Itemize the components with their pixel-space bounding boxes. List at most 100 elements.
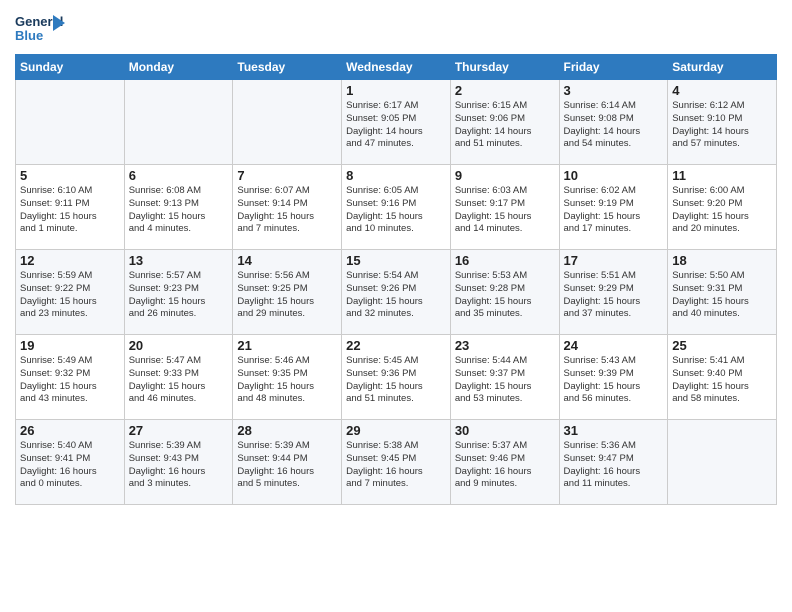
day-info: Sunrise: 6:07 AMSunset: 9:14 PMDaylight:… (237, 185, 337, 236)
day-info: Sunrise: 5:39 AMSunset: 9:43 PMDaylight:… (129, 440, 229, 491)
day-info: Sunrise: 5:56 AMSunset: 9:25 PMDaylight:… (237, 270, 337, 321)
calendar-cell: 13 Sunrise: 5:57 AMSunset: 9:23 PMDayligh… (124, 250, 233, 335)
day-number: 28 (237, 423, 337, 438)
week-row-3: 12 Sunrise: 5:59 AMSunset: 9:22 PMDayligh… (16, 250, 777, 335)
calendar-cell: 31Sunrise: 5:36 AMSunset: 9:47 PMDayligh… (559, 420, 668, 505)
day-number: 5 (20, 168, 120, 183)
day-number: 9 (455, 168, 555, 183)
calendar-cell: 22 Sunrise: 5:45 AMSunset: 9:36 PMDayligh… (342, 335, 451, 420)
svg-text:Blue: Blue (15, 28, 43, 43)
day-info: Sunrise: 5:53 AMSunset: 9:28 PMDaylight:… (455, 270, 555, 321)
day-number: 17 (564, 253, 664, 268)
calendar-cell: 7 Sunrise: 6:07 AMSunset: 9:14 PMDaylight… (233, 165, 342, 250)
day-number: 4 (672, 83, 772, 98)
day-number: 23 (455, 338, 555, 353)
day-number: 16 (455, 253, 555, 268)
weekday-header-friday: Friday (559, 55, 668, 80)
calendar-cell: 25Sunrise: 5:41 AMSunset: 9:40 PMDayligh… (668, 335, 777, 420)
day-info: Sunrise: 5:40 AMSunset: 9:41 PMDaylight:… (20, 440, 120, 491)
day-info: Sunrise: 5:45 AMSunset: 9:36 PMDaylight:… (346, 355, 446, 406)
day-number: 13 (129, 253, 229, 268)
day-info: Sunrise: 5:59 AMSunset: 9:22 PMDaylight:… (20, 270, 120, 321)
day-info: Sunrise: 5:50 AMSunset: 9:31 PMDaylight:… (672, 270, 772, 321)
day-number: 26 (20, 423, 120, 438)
day-info: Sunrise: 6:17 AMSunset: 9:05 PMDaylight:… (346, 100, 446, 151)
calendar-cell (668, 420, 777, 505)
day-number: 21 (237, 338, 337, 353)
general-blue-logo: GeneralBlue (15, 10, 67, 46)
calendar-cell: 23 Sunrise: 5:44 AMSunset: 9:37 PMDayligh… (450, 335, 559, 420)
day-info: Sunrise: 6:00 AMSunset: 9:20 PMDaylight:… (672, 185, 772, 236)
day-info: Sunrise: 5:37 AMSunset: 9:46 PMDaylight:… (455, 440, 555, 491)
day-number: 20 (129, 338, 229, 353)
day-info: Sunrise: 5:41 AMSunset: 9:40 PMDaylight:… (672, 355, 772, 406)
calendar-cell: 20Sunrise: 5:47 AMSunset: 9:33 PMDayligh… (124, 335, 233, 420)
calendar-cell: 18 Sunrise: 5:50 AMSunset: 9:31 PMDayligh… (668, 250, 777, 335)
day-number: 12 (20, 253, 120, 268)
day-number: 1 (346, 83, 446, 98)
calendar-cell: 30 Sunrise: 5:37 AMSunset: 9:46 PMDayligh… (450, 420, 559, 505)
week-row-1: 1 Sunrise: 6:17 AMSunset: 9:05 PMDaylight… (16, 80, 777, 165)
day-info: Sunrise: 5:38 AMSunset: 9:45 PMDaylight:… (346, 440, 446, 491)
calendar-cell: 14 Sunrise: 5:56 AMSunset: 9:25 PMDayligh… (233, 250, 342, 335)
weekday-header-row: SundayMondayTuesdayWednesdayThursdayFrid… (16, 55, 777, 80)
day-info: Sunrise: 6:14 AMSunset: 9:08 PMDaylight:… (564, 100, 664, 151)
day-info: Sunrise: 6:15 AMSunset: 9:06 PMDaylight:… (455, 100, 555, 151)
day-info: Sunrise: 5:39 AMSunset: 9:44 PMDaylight:… (237, 440, 337, 491)
calendar-cell: 27 Sunrise: 5:39 AMSunset: 9:43 PMDayligh… (124, 420, 233, 505)
day-info: Sunrise: 5:46 AMSunset: 9:35 PMDaylight:… (237, 355, 337, 406)
day-number: 7 (237, 168, 337, 183)
day-number: 11 (672, 168, 772, 183)
calendar-cell: 9 Sunrise: 6:03 AMSunset: 9:17 PMDaylight… (450, 165, 559, 250)
calendar-cell: 6Sunrise: 6:08 AMSunset: 9:13 PMDaylight… (124, 165, 233, 250)
calendar-cell: 4 Sunrise: 6:12 AMSunset: 9:10 PMDaylight… (668, 80, 777, 165)
day-info: Sunrise: 6:05 AMSunset: 9:16 PMDaylight:… (346, 185, 446, 236)
day-number: 18 (672, 253, 772, 268)
day-info: Sunrise: 5:51 AMSunset: 9:29 PMDaylight:… (564, 270, 664, 321)
weekday-header-wednesday: Wednesday (342, 55, 451, 80)
day-number: 29 (346, 423, 446, 438)
calendar-page: GeneralBlue SundayMondayTuesdayWednesday… (0, 0, 792, 612)
calendar-cell (124, 80, 233, 165)
calendar-cell: 12 Sunrise: 5:59 AMSunset: 9:22 PMDayligh… (16, 250, 125, 335)
day-number: 27 (129, 423, 229, 438)
weekday-header-monday: Monday (124, 55, 233, 80)
day-number: 3 (564, 83, 664, 98)
calendar-cell: 21 Sunrise: 5:46 AMSunset: 9:35 PMDayligh… (233, 335, 342, 420)
day-info: Sunrise: 5:36 AMSunset: 9:47 PMDaylight:… (564, 440, 664, 491)
calendar-cell: 24Sunrise: 5:43 AMSunset: 9:39 PMDayligh… (559, 335, 668, 420)
day-number: 2 (455, 83, 555, 98)
calendar-cell: 11 Sunrise: 6:00 AMSunset: 9:20 PMDayligh… (668, 165, 777, 250)
logo-area: GeneralBlue (15, 10, 67, 46)
day-number: 8 (346, 168, 446, 183)
day-number: 14 (237, 253, 337, 268)
day-info: Sunrise: 6:03 AMSunset: 9:17 PMDaylight:… (455, 185, 555, 236)
day-number: 15 (346, 253, 446, 268)
day-number: 30 (455, 423, 555, 438)
day-info: Sunrise: 5:44 AMSunset: 9:37 PMDaylight:… (455, 355, 555, 406)
calendar-cell: 8 Sunrise: 6:05 AMSunset: 9:16 PMDaylight… (342, 165, 451, 250)
day-info: Sunrise: 6:12 AMSunset: 9:10 PMDaylight:… (672, 100, 772, 151)
day-info: Sunrise: 6:08 AMSunset: 9:13 PMDaylight:… (129, 185, 229, 236)
day-number: 22 (346, 338, 446, 353)
calendar-cell: 15 Sunrise: 5:54 AMSunset: 9:26 PMDayligh… (342, 250, 451, 335)
header: GeneralBlue (15, 10, 777, 46)
calendar-table: SundayMondayTuesdayWednesdayThursdayFrid… (15, 54, 777, 505)
calendar-cell: 10Sunrise: 6:02 AMSunset: 9:19 PMDayligh… (559, 165, 668, 250)
weekday-header-sunday: Sunday (16, 55, 125, 80)
week-row-4: 19 Sunrise: 5:49 AMSunset: 9:32 PMDayligh… (16, 335, 777, 420)
day-info: Sunrise: 5:49 AMSunset: 9:32 PMDaylight:… (20, 355, 120, 406)
weekday-header-thursday: Thursday (450, 55, 559, 80)
day-info: Sunrise: 5:43 AMSunset: 9:39 PMDaylight:… (564, 355, 664, 406)
calendar-cell: 28 Sunrise: 5:39 AMSunset: 9:44 PMDayligh… (233, 420, 342, 505)
day-number: 19 (20, 338, 120, 353)
day-info: Sunrise: 5:54 AMSunset: 9:26 PMDaylight:… (346, 270, 446, 321)
calendar-cell (233, 80, 342, 165)
calendar-cell: 1 Sunrise: 6:17 AMSunset: 9:05 PMDaylight… (342, 80, 451, 165)
calendar-cell: 16 Sunrise: 5:53 AMSunset: 9:28 PMDayligh… (450, 250, 559, 335)
week-row-5: 26 Sunrise: 5:40 AMSunset: 9:41 PMDayligh… (16, 420, 777, 505)
day-info: Sunrise: 5:57 AMSunset: 9:23 PMDaylight:… (129, 270, 229, 321)
day-info: Sunrise: 6:02 AMSunset: 9:19 PMDaylight:… (564, 185, 664, 236)
weekday-header-tuesday: Tuesday (233, 55, 342, 80)
calendar-cell: 17 Sunrise: 5:51 AMSunset: 9:29 PMDayligh… (559, 250, 668, 335)
